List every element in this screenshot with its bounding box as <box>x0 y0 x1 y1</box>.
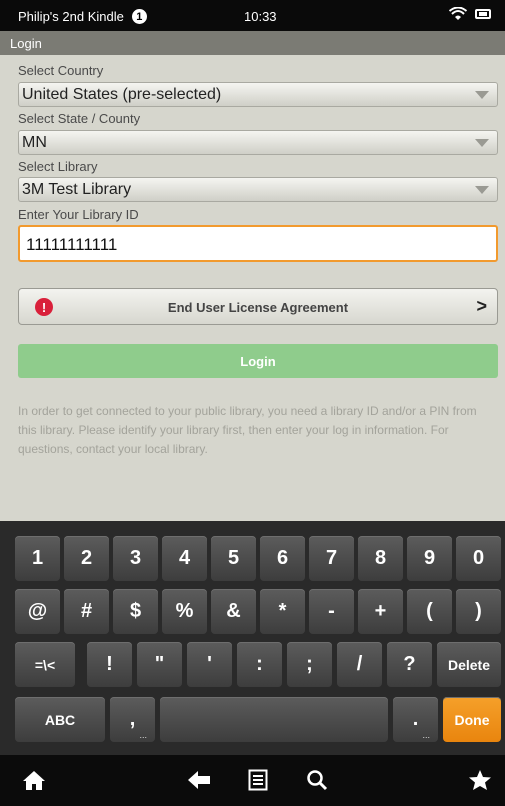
key-minus[interactable]: - <box>309 589 354 634</box>
key-close-paren[interactable]: ) <box>456 589 501 634</box>
key-period[interactable]: . ... <box>393 697 438 742</box>
favorites-icon[interactable] <box>468 769 492 791</box>
key-exclamation[interactable]: ! <box>87 642 132 687</box>
dropdown-arrow-icon <box>475 186 489 194</box>
key-6[interactable]: 6 <box>260 536 305 581</box>
key-comma[interactable]: , ... <box>110 697 155 742</box>
key-4[interactable]: 4 <box>162 536 207 581</box>
comma-label: , <box>129 708 136 730</box>
login-form: Select Country United States (pre-select… <box>0 55 505 521</box>
library-id-input[interactable]: 11111111111 <box>18 225 498 262</box>
dropdown-arrow-icon <box>475 139 489 147</box>
period-label: . <box>412 708 419 730</box>
period-more-indicator: ... <box>422 730 430 740</box>
library-select[interactable]: 3M Test Library <box>18 177 498 202</box>
country-select[interactable]: United States (pre-selected) <box>18 82 498 107</box>
on-screen-keyboard: 1 2 3 4 5 6 7 8 9 0 @ # $ % & * - + ( ) … <box>0 521 505 755</box>
login-button[interactable]: Login <box>18 344 498 378</box>
key-colon[interactable]: : <box>237 642 282 687</box>
device-name: Philip's 2nd Kindle <box>18 9 124 24</box>
key-hash[interactable]: # <box>64 589 109 634</box>
chevron-right-icon: > <box>476 296 487 316</box>
bottom-navigation <box>0 755 505 806</box>
library-value: 3M Test Library <box>22 181 132 198</box>
state-value: MN <box>22 134 47 151</box>
key-2[interactable]: 2 <box>64 536 109 581</box>
key-plus[interactable]: + <box>358 589 403 634</box>
key-double-quote[interactable]: " <box>137 642 182 687</box>
done-key[interactable]: Done <box>443 697 501 742</box>
library-label: Select Library <box>18 159 98 174</box>
delete-key[interactable]: Delete <box>437 642 501 687</box>
key-1[interactable]: 1 <box>15 536 60 581</box>
key-single-quote[interactable]: ' <box>187 642 232 687</box>
info-text: In order to get connected to your public… <box>18 404 477 456</box>
back-icon[interactable] <box>186 769 212 791</box>
key-percent[interactable]: % <box>162 589 207 634</box>
menu-icon[interactable] <box>248 769 268 791</box>
key-semicolon[interactable]: ; <box>287 642 332 687</box>
device-info: Philip's 2nd Kindle 1 <box>18 9 147 24</box>
key-7[interactable]: 7 <box>309 536 354 581</box>
country-label: Select Country <box>18 63 104 78</box>
key-3[interactable]: 3 <box>113 536 158 581</box>
clock: 10:33 <box>244 9 277 24</box>
country-value: United States (pre-selected) <box>22 86 222 103</box>
search-icon[interactable] <box>306 769 328 791</box>
eula-button[interactable]: ! End User License Agreement > <box>18 288 498 325</box>
key-ampersand[interactable]: & <box>211 589 256 634</box>
key-open-paren[interactable]: ( <box>407 589 452 634</box>
battery-icon <box>475 9 491 19</box>
space-bar[interactable] <box>160 697 388 742</box>
abc-key[interactable]: ABC <box>15 697 105 742</box>
key-question[interactable]: ? <box>387 642 432 687</box>
library-id-label: Enter Your Library ID <box>18 207 139 222</box>
key-slash[interactable]: / <box>337 642 382 687</box>
status-bar: Philip's 2nd Kindle 1 10:33 <box>0 0 505 31</box>
key-asterisk[interactable]: * <box>260 589 305 634</box>
state-label: Select State / County <box>18 111 141 126</box>
eula-label: End User License Agreement <box>167 300 349 315</box>
system-indicators <box>449 7 491 21</box>
key-dollar[interactable]: $ <box>113 589 158 634</box>
key-at[interactable]: @ <box>15 589 60 634</box>
wifi-icon <box>449 7 467 20</box>
key-more-symbols[interactable]: =\< <box>15 642 75 687</box>
key-0[interactable]: 0 <box>456 536 501 581</box>
screen-title: Login <box>0 31 505 55</box>
home-icon[interactable] <box>22 769 46 791</box>
dropdown-arrow-icon <box>475 91 489 99</box>
key-8[interactable]: 8 <box>358 536 403 581</box>
key-9[interactable]: 9 <box>407 536 452 581</box>
key-5[interactable]: 5 <box>211 536 256 581</box>
comma-more-indicator: ... <box>139 730 147 740</box>
state-select[interactable]: MN <box>18 130 498 155</box>
notification-badge[interactable]: 1 <box>131 9 147 24</box>
